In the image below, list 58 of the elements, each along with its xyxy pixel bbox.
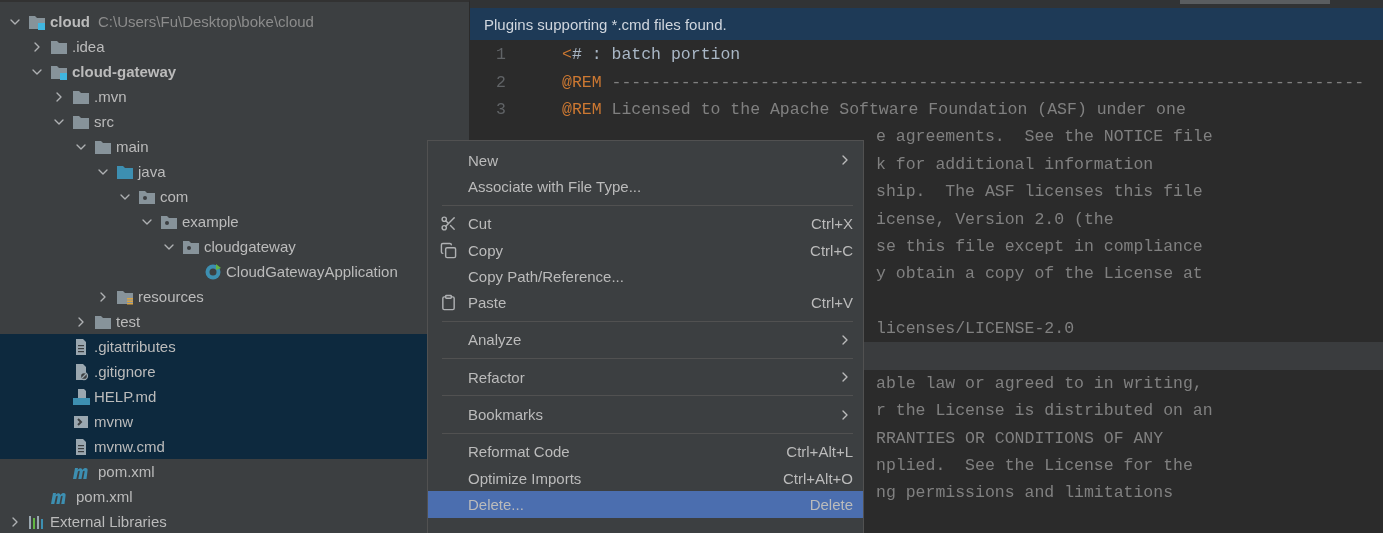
- code-line: y obtain a copy of the License at: [876, 264, 1203, 284]
- tree-row[interactable]: src: [0, 109, 469, 134]
- tree-item-label: src: [94, 113, 114, 130]
- tree-item-label: CloudGatewayApplication: [226, 263, 398, 280]
- tree-item-label: .gitattributes: [94, 338, 176, 355]
- code-line: ship. The ASF licenses this file: [876, 182, 1203, 202]
- tree-item-label: java: [138, 163, 166, 180]
- shortcut: Ctrl+Alt+O: [782, 469, 853, 487]
- code-line: <# : batch portion: [562, 45, 741, 65]
- code-line: @REM ----------------------------------------------------------------------------: [562, 72, 1365, 92]
- tree-item-label: .mvn: [94, 88, 127, 105]
- plugin-notification: Plugins supporting *.cmd files found.: [470, 8, 1383, 40]
- tree-item-label: test: [116, 313, 141, 330]
- scissors-icon: [440, 215, 457, 233]
- tree-item-label: cloudgateway: [204, 238, 296, 255]
- code-line: se this file except in compliance: [876, 236, 1203, 256]
- tree-item-label: main: [116, 138, 149, 155]
- tree-item-label: cloud: [50, 13, 90, 30]
- code-line: licenses/LICENSE-2.0: [876, 319, 1075, 339]
- code-line: r the License is distributed on an: [876, 401, 1213, 421]
- tree-item-label: .idea: [72, 38, 105, 55]
- clipboard-icon: [440, 294, 457, 312]
- line-number: 3: [495, 99, 506, 119]
- tree-item-label: example: [182, 213, 239, 230]
- tree-row[interactable]: .mvn: [0, 84, 469, 109]
- code-line: RRANTIES OR CONDITIONS OF ANY: [876, 428, 1164, 448]
- tree-item-label: pom.xml: [76, 488, 133, 505]
- shortcut: Ctrl+V: [810, 294, 853, 312]
- shortcut: Ctrl+X: [810, 215, 853, 233]
- scrollbar[interactable]: [1180, 0, 1330, 4]
- code-line: nplied. See the License for the: [876, 456, 1193, 476]
- shortcut: Delete: [809, 495, 853, 513]
- shortcut: Ctrl+Alt+L: [786, 443, 853, 461]
- tree-item-label: pom.xml: [98, 463, 155, 480]
- spring-class-icon: [204, 262, 222, 281]
- tree-item-label: HELP.md: [94, 388, 157, 405]
- tree-row[interactable]: cloud C:\Users\Fu\Desktop\boke\cloud: [0, 9, 469, 34]
- tree-item-label: com: [160, 188, 189, 205]
- tree-item-label: .gitignore: [94, 363, 156, 380]
- code-line: e agreements. See the NOTICE file: [876, 127, 1213, 147]
- copy-icon: [440, 241, 457, 259]
- tree-row[interactable]: cloud-gateway: [0, 59, 469, 84]
- code-line: ng permissions and limitations: [876, 483, 1174, 503]
- tree-item-label: cloud-gateway: [72, 63, 177, 80]
- shortcut: Ctrl+C: [810, 241, 853, 259]
- tree-item-label: mvnw.cmd: [94, 438, 165, 455]
- tree-item-label: mvnw: [94, 413, 134, 430]
- line-number: 1: [495, 45, 506, 65]
- code-line: able law or agreed to in writing,: [876, 373, 1203, 393]
- tree-item-label: resources: [138, 288, 204, 305]
- tree-item-label: External Libraries: [50, 513, 167, 530]
- markdown-file-icon: [72, 387, 90, 406]
- line-number: 2: [495, 72, 506, 92]
- code-line: icense, Version 2.0 (the: [876, 209, 1114, 229]
- tree-row[interactable]: .idea: [0, 34, 469, 59]
- code-line: k for additional information: [876, 154, 1154, 174]
- project-path: C:\Users\Fu\Desktop\boke\cloud: [98, 13, 314, 30]
- code-line: @REM Licensed to the Apache Software Foundation (ASF) under one: [562, 99, 1186, 119]
